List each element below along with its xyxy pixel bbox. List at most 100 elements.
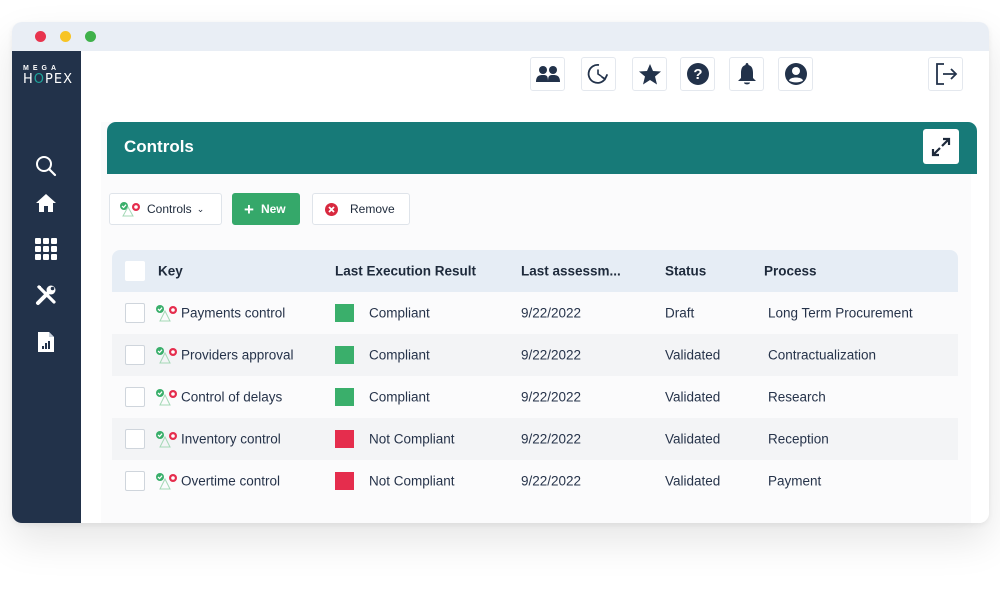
new-button[interactable]: + New bbox=[232, 193, 300, 225]
window-titlebar bbox=[12, 22, 989, 51]
table-body: Payments control Compliant 9/22/2022 Dra… bbox=[112, 292, 958, 502]
select-all-checkbox[interactable] bbox=[125, 261, 145, 281]
table-header: Key Last Execution Result Last assessm..… bbox=[112, 250, 958, 292]
column-header-process[interactable]: Process bbox=[764, 264, 817, 279]
sidebar: MEGA HOPEX bbox=[12, 51, 81, 523]
control-key[interactable]: Overtime control bbox=[181, 474, 280, 489]
panel-header: Controls bbox=[107, 122, 977, 174]
row-checkbox[interactable] bbox=[125, 387, 145, 407]
sidebar-item-apps[interactable] bbox=[34, 237, 58, 261]
last-execution-result: Compliant bbox=[369, 389, 430, 405]
last-assessment-date: 9/22/2022 bbox=[521, 347, 582, 363]
svg-text:?: ? bbox=[693, 66, 702, 83]
control-status-icon bbox=[156, 347, 177, 364]
last-execution-result: Not Compliant bbox=[369, 431, 455, 447]
row-checkbox[interactable] bbox=[125, 429, 145, 449]
mega-hopex-logo: MEGA HOPEX bbox=[23, 65, 75, 86]
users-icon bbox=[535, 66, 560, 82]
notifications-button[interactable] bbox=[729, 57, 764, 91]
remove-button-label: Remove bbox=[350, 202, 395, 216]
remove-icon bbox=[325, 202, 338, 216]
column-header-last-assessment[interactable]: Last assessm... bbox=[521, 264, 621, 279]
control-status-icon bbox=[156, 431, 177, 448]
new-button-label: New bbox=[260, 202, 286, 216]
logout-icon bbox=[935, 63, 957, 85]
table-row[interactable]: Overtime control Not Compliant 9/22/2022… bbox=[112, 460, 958, 502]
star-icon bbox=[638, 63, 661, 84]
grid-icon bbox=[35, 238, 57, 260]
row-checkbox[interactable] bbox=[125, 471, 145, 491]
control-process: Research bbox=[768, 389, 826, 405]
window-minimize-button[interactable] bbox=[60, 31, 71, 42]
logo-pex: PEX bbox=[45, 72, 73, 87]
controls-table: Key Last Execution Result Last assessm..… bbox=[112, 250, 958, 502]
controls-dropdown-label: Controls bbox=[147, 202, 192, 216]
logout-button[interactable] bbox=[928, 57, 963, 91]
row-checkbox[interactable] bbox=[125, 345, 145, 365]
home-icon bbox=[36, 194, 56, 212]
control-status-icon bbox=[156, 389, 177, 406]
history-button[interactable] bbox=[581, 57, 616, 91]
app-window: MEGA HOPEX ? Controls Controls ⌄ + New R… bbox=[12, 22, 989, 523]
remove-button[interactable]: Remove bbox=[312, 193, 410, 225]
logo-bottom-text: HOPEX bbox=[23, 73, 75, 86]
control-key[interactable]: Control of delays bbox=[181, 390, 282, 405]
control-process: Long Term Procurement bbox=[768, 305, 913, 321]
main-content: ? Controls Controls ⌄ + New Remove Key L… bbox=[81, 51, 989, 523]
logo-o: O bbox=[33, 72, 46, 87]
help-button[interactable]: ? bbox=[680, 57, 715, 91]
control-status: Validated bbox=[665, 389, 721, 405]
column-header-status[interactable]: Status bbox=[665, 264, 706, 279]
last-assessment-date: 9/22/2022 bbox=[521, 389, 582, 405]
control-status: Validated bbox=[665, 347, 721, 363]
column-header-key[interactable]: Key bbox=[158, 264, 183, 279]
table-row[interactable]: Providers approval Compliant 9/22/2022 V… bbox=[112, 334, 958, 376]
control-status: Draft bbox=[665, 305, 695, 321]
control-key[interactable]: Payments control bbox=[181, 306, 285, 321]
control-status-icon bbox=[156, 473, 177, 490]
help-icon: ? bbox=[686, 63, 709, 85]
bell-icon bbox=[737, 63, 756, 85]
last-execution-result: Compliant bbox=[369, 347, 430, 363]
report-icon bbox=[38, 332, 54, 352]
control-status: Validated bbox=[665, 473, 721, 489]
control-key[interactable]: Providers approval bbox=[181, 348, 294, 363]
control-process: Contractualization bbox=[768, 347, 877, 363]
row-checkbox[interactable] bbox=[125, 303, 145, 323]
user-account-button[interactable] bbox=[778, 57, 813, 91]
control-process: Reception bbox=[768, 431, 829, 447]
favorites-button[interactable] bbox=[632, 57, 667, 91]
control-process: Payment bbox=[768, 473, 822, 489]
table-row[interactable]: Inventory control Not Compliant 9/22/202… bbox=[112, 418, 958, 460]
sidebar-item-search[interactable] bbox=[34, 154, 58, 178]
user-account-icon bbox=[784, 63, 807, 85]
controls-dropdown[interactable]: Controls ⌄ bbox=[109, 193, 222, 225]
history-icon bbox=[587, 64, 608, 84]
users-button[interactable] bbox=[530, 57, 565, 91]
expand-icon bbox=[931, 137, 951, 156]
expand-button[interactable] bbox=[923, 129, 959, 164]
control-key[interactable]: Inventory control bbox=[181, 432, 281, 447]
controls-panel: Controls Controls ⌄ + New Remove Key Las… bbox=[101, 122, 977, 523]
column-header-last-execution-result[interactable]: Last Execution Result bbox=[335, 264, 476, 279]
result-status-swatch bbox=[335, 388, 354, 406]
sidebar-item-tools[interactable] bbox=[34, 283, 58, 307]
search-icon bbox=[36, 156, 57, 177]
result-status-swatch bbox=[335, 304, 354, 322]
tools-icon bbox=[36, 285, 56, 305]
last-execution-result: Compliant bbox=[369, 305, 430, 321]
control-status-icon bbox=[120, 202, 140, 217]
control-status: Validated bbox=[665, 431, 721, 447]
table-row[interactable]: Control of delays Compliant 9/22/2022 Va… bbox=[112, 376, 958, 418]
table-row[interactable]: Payments control Compliant 9/22/2022 Dra… bbox=[112, 292, 958, 334]
result-status-swatch bbox=[335, 430, 354, 448]
sidebar-item-home[interactable] bbox=[34, 191, 58, 215]
last-execution-result: Not Compliant bbox=[369, 473, 455, 489]
window-maximize-button[interactable] bbox=[85, 31, 96, 42]
window-close-button[interactable] bbox=[35, 31, 46, 42]
sidebar-item-reports[interactable] bbox=[34, 330, 58, 354]
logo-h: H bbox=[23, 72, 34, 87]
last-assessment-date: 9/22/2022 bbox=[521, 473, 582, 489]
control-status-icon bbox=[156, 305, 177, 322]
last-assessment-date: 9/22/2022 bbox=[521, 431, 582, 447]
